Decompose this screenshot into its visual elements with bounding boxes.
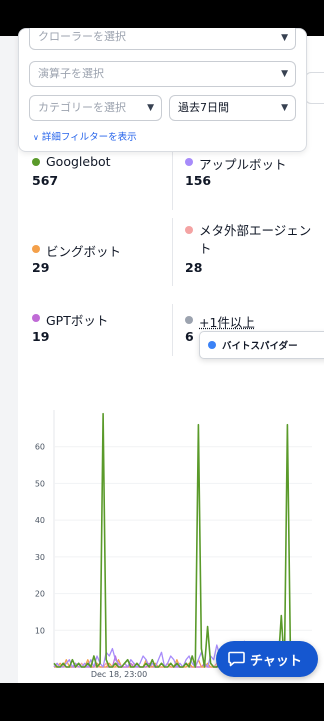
stat-label: アップルボット [199,157,287,172]
stat-applebot: アップルボット 156 [185,154,320,194]
chat-button[interactable]: チャット [216,641,318,677]
y-tick-label: 50 [35,479,45,488]
legend-dot [32,158,40,166]
y-tick-label: 10 [35,626,45,635]
stat-value: 28 [185,260,203,275]
chevron-down-icon: ▼ [281,33,288,43]
chat-bubble-icon [228,651,245,667]
stat-value: 156 [185,173,212,188]
stat-googlebot: Googlebot 567 [32,154,167,194]
category-select[interactable]: カテゴリーを選択 ▼ [29,95,162,121]
stat-label: ビングボット [46,244,122,259]
stat-value: 19 [32,329,50,344]
advanced-link-label: 詳細フィルターを表示 [41,132,137,143]
legend-dot [185,226,193,234]
legend-dot [32,245,40,253]
chevron-down-icon: ▼ [281,103,288,113]
hidden-panel-edge [305,72,324,104]
chevron-down-icon: ▼ [281,69,288,79]
x-tick-label: Dec 18, 23:00 [91,670,147,679]
y-tick-label: 20 [35,590,45,599]
y-tick-label: 60 [35,443,45,452]
stat-gptbot: GPTボット 19 [32,310,167,350]
navigation-bar [0,683,324,721]
more-crawlers-link[interactable]: +1件以上 [199,312,255,331]
stat-label: GPTボット [46,313,109,328]
stats-divider [172,218,173,286]
page-gutter [0,36,18,683]
chevron-down-icon: ▼ [147,103,154,113]
stat-bingbot: ビングボット 29 [32,241,167,281]
tooltip-label: バイトスパイダー [222,341,298,352]
stat-meta-external-agent: メタ外部エージェント 28 [185,222,320,280]
legend-dot [185,316,193,324]
stats-divider [172,150,173,210]
category-select-placeholder: カテゴリーを選択 [38,101,126,114]
operator-select-placeholder: 演算子を選択 [38,67,104,80]
stat-label: Googlebot [46,154,111,169]
chevron-down-icon: ∨ [33,133,39,142]
chat-button-label: チャット [250,654,302,669]
stats-divider [172,304,173,356]
legend-dot [185,158,193,166]
operator-select[interactable]: 演算子を選択 ▼ [29,61,296,87]
show-advanced-filters-link[interactable]: ∨ 詳細フィルターを表示 [33,129,137,143]
stat-value: 6 [185,329,194,344]
crawler-tooltip: バイトスパイダー [199,331,324,359]
period-select-value: 過去7日間 [178,101,229,114]
legend-dot [32,314,40,322]
series-line-1 [53,412,313,668]
y-tick-label: 40 [35,516,45,525]
y-tick-label: 30 [35,553,45,562]
stat-value: 29 [32,260,50,275]
crawler-select[interactable]: クローラーを選択 ▼ [29,28,296,50]
filter-panel: クローラーを選択 ▼ 演算子を選択 ▼ カテゴリーを選択 ▼ 過去7日間 ▼ ∨… [18,28,307,152]
legend-dot [208,341,216,349]
period-select[interactable]: 過去7日間 ▼ [169,95,296,121]
stat-label: メタ外部エージェント [199,223,312,256]
stat-value: 567 [32,173,59,188]
crawler-select-placeholder: クローラーを選択 [38,30,126,43]
